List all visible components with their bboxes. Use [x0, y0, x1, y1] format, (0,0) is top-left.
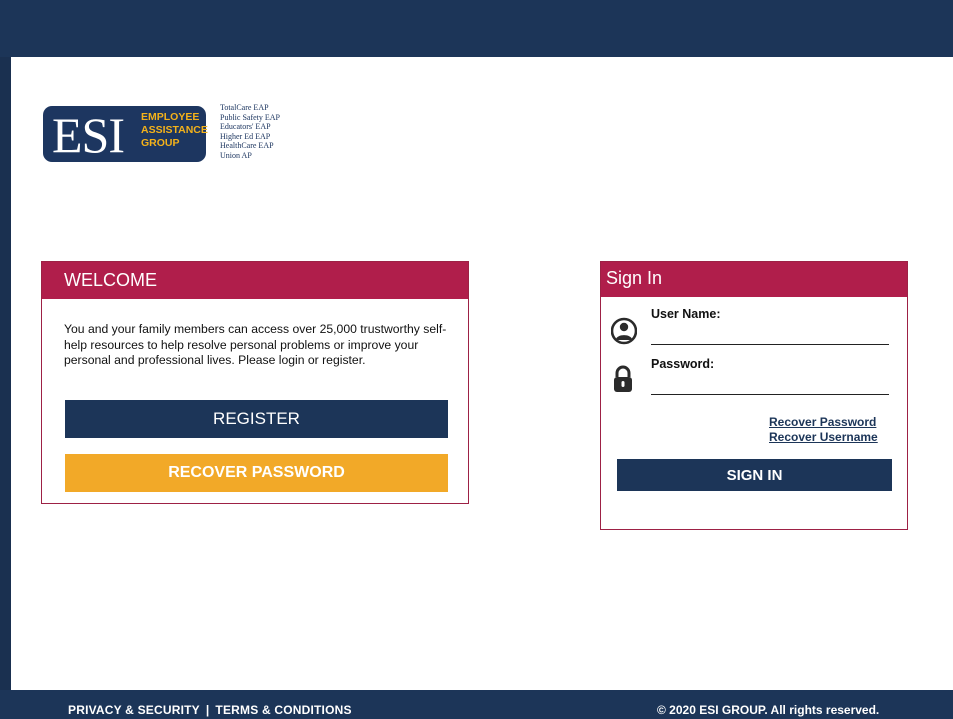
logo-subtitle: EMPLOYEE ASSISTANCE GROUP: [141, 111, 208, 150]
recover-username-link[interactable]: Recover Username: [769, 430, 878, 444]
username-label: User Name:: [651, 307, 721, 321]
terms-conditions-link[interactable]: TERMS & CONDITIONS: [215, 703, 351, 717]
program-item: TotalCare EAP: [220, 103, 269, 112]
program-item: Higher Ed EAP: [220, 131, 271, 141]
program-item: Educators' EAP: [220, 122, 271, 131]
program-item: HealthCare EAP: [220, 141, 274, 150]
logo-subtitle-line: ASSISTANCE: [141, 124, 208, 136]
program-item: Union AP: [220, 150, 252, 160]
logo-name: ESI: [52, 107, 125, 163]
recover-password-button[interactable]: RECOVER PASSWORD: [65, 454, 448, 492]
program-item: Public Safety EAP: [220, 112, 280, 122]
signin-title: Sign In: [601, 262, 907, 297]
footer-separator: |: [205, 703, 210, 717]
signin-panel: Sign In User Name: Password: Recover Pas…: [600, 261, 908, 530]
privacy-security-link[interactable]: PRIVACY & SECURITY: [68, 703, 200, 717]
password-label: Password:: [651, 357, 715, 371]
register-button[interactable]: REGISTER: [65, 400, 448, 438]
copyright-text: © 2020 ESI GROUP. All rights reserved.: [657, 703, 880, 717]
logo-subtitle-line: EMPLOYEE: [141, 111, 200, 123]
left-edge: [0, 57, 11, 690]
password-input[interactable]: [651, 382, 889, 395]
welcome-panel: WELCOME You and your family members can …: [41, 261, 469, 504]
sign-in-button[interactable]: SIGN IN: [617, 459, 892, 491]
footer-links: PRIVACY & SECURITY | TERMS & CONDITIONS: [68, 703, 352, 717]
welcome-title: WELCOME: [42, 262, 468, 299]
username-input[interactable]: [651, 332, 889, 345]
top-banner: [0, 0, 953, 57]
program-list: TotalCare EAP Public Safety EAP Educator…: [220, 103, 280, 160]
user-icon: [610, 317, 638, 350]
welcome-text: You and your family members can access o…: [64, 322, 447, 367]
logo-box: ESI EMPLOYEE ASSISTANCE GROUP: [43, 106, 208, 163]
logo-subtitle-line: GROUP: [141, 137, 180, 149]
recover-password-link[interactable]: Recover Password: [769, 415, 876, 429]
footer: PRIVACY & SECURITY | TERMS & CONDITIONS © …: [0, 690, 953, 719]
lock-icon: [613, 365, 633, 398]
